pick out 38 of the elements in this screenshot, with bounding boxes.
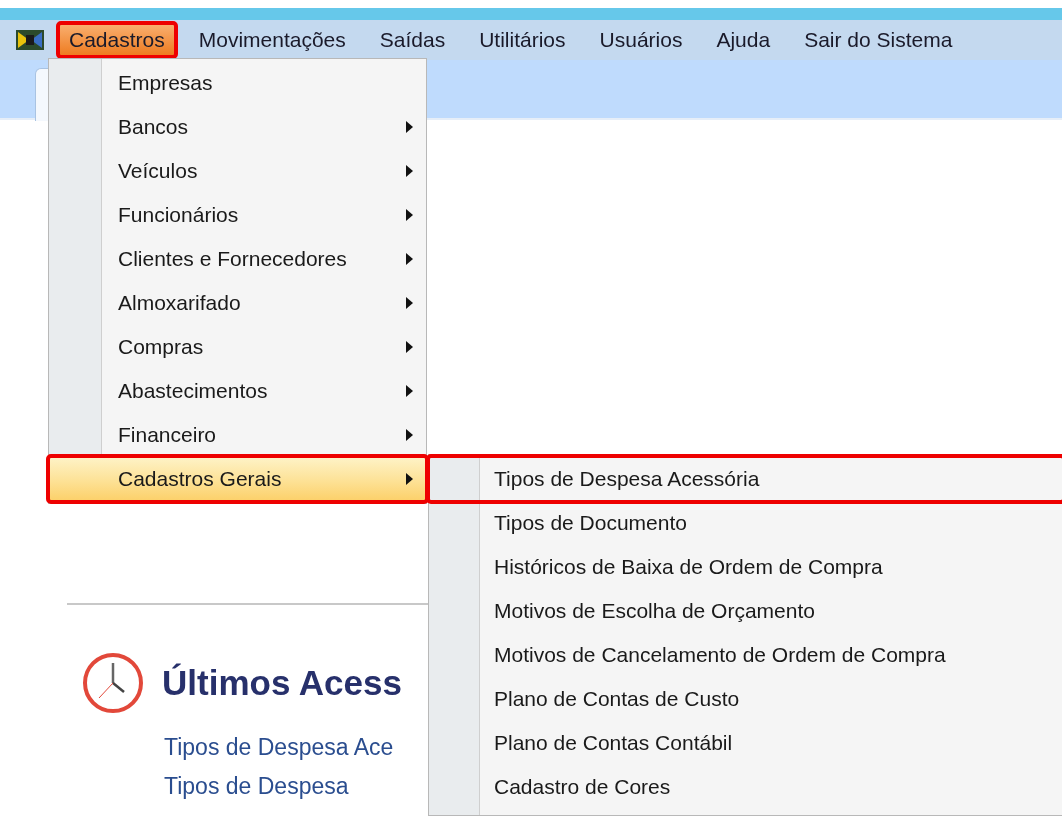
menu-bar-item[interactable]: Movimentações	[188, 24, 356, 56]
menu-bar-item[interactable]: Ajuda	[706, 24, 781, 56]
menu-bar-item[interactable]: Utilitários	[469, 24, 576, 56]
menu-item[interactable]: Abastecimentos	[49, 369, 426, 413]
menu-item[interactable]: Financeiro	[49, 413, 426, 457]
menu-item[interactable]: Tipos de Despesa Acessória	[429, 457, 1062, 501]
menu-item[interactable]: Cadastro de Cores	[429, 765, 1062, 809]
menu-item[interactable]: Clientes e Fornecedores	[49, 237, 426, 281]
section-title: Últimos Acess	[162, 663, 402, 703]
submenu-arrow-icon	[405, 296, 414, 310]
menu-item[interactable]: Plano de Contas Contábil	[429, 721, 1062, 765]
menu-bar-item[interactable]: Saídas	[369, 24, 456, 56]
submenu-arrow-icon	[405, 120, 414, 134]
clock-icon	[82, 652, 144, 714]
menu-item[interactable]: Compras	[49, 325, 426, 369]
menu-item[interactable]: Bancos	[49, 105, 426, 149]
menu-bar-item[interactable]: Usuários	[589, 24, 693, 56]
submenu-arrow-icon	[405, 384, 414, 398]
menu-item[interactable]: Tipos de Documento	[429, 501, 1062, 545]
menu-item[interactable]: Motivos de Escolha de Orçamento	[429, 589, 1062, 633]
menu-item[interactable]: Almoxarifado	[49, 281, 426, 325]
menu-bar-item[interactable]: Sair do Sistema	[794, 24, 963, 56]
menu-bar-item[interactable]: Cadastros	[59, 24, 175, 56]
app-logo-icon[interactable]	[15, 27, 45, 53]
recent-link[interactable]: Tipos de Despesa	[164, 773, 349, 800]
menu-item[interactable]: Cadastros Gerais	[49, 457, 426, 501]
submenu-arrow-icon	[405, 472, 414, 486]
submenu-arrow-icon	[405, 252, 414, 266]
menu-item[interactable]: Plano de Contas de Custo	[429, 677, 1062, 721]
menu-item[interactable]: Motivos de Cancelamento de Ordem de Compra	[429, 633, 1062, 677]
submenu-arrow-icon	[405, 208, 414, 222]
menu-item[interactable]: Veículos	[49, 149, 426, 193]
menu-item[interactable]: Históricos de Baixa de Ordem de Compra	[429, 545, 1062, 589]
menu-item[interactable]: Funcionários	[49, 193, 426, 237]
recent-link[interactable]: Tipos de Despesa Ace	[164, 734, 394, 761]
submenu-arrow-icon	[405, 164, 414, 178]
submenu-arrow-icon	[405, 340, 414, 354]
submenu-arrow-icon	[405, 428, 414, 442]
